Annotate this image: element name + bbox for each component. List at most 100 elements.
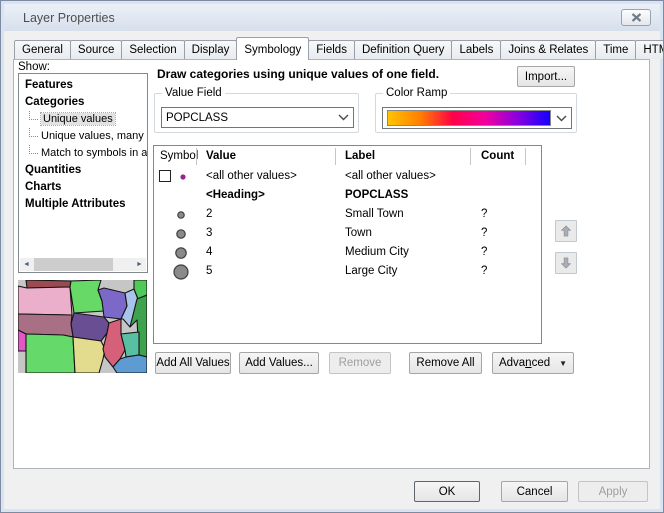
value-field-groupbox: Value Field POPCLASS — [154, 93, 359, 133]
color-ramp-gradient — [387, 110, 551, 126]
color-ramp-dropdown[interactable] — [382, 107, 572, 129]
advanced-label-post: ced — [532, 357, 551, 369]
value-cell: 2 — [206, 208, 212, 220]
layer-properties-dialog: Layer Properties General Source Selectio… — [0, 0, 664, 513]
value-field-dropdown[interactable]: POPCLASS — [161, 107, 354, 128]
tree-item-features[interactable]: Features — [19, 77, 147, 94]
point-symbol-icon — [170, 243, 192, 262]
scroll-left-icon[interactable]: ◄ — [20, 258, 33, 271]
table-header-row: Symbol Value Label Count — [154, 146, 541, 167]
close-button[interactable] — [621, 9, 651, 26]
map-state — [26, 334, 75, 373]
scrollbar-thumb[interactable] — [34, 258, 113, 271]
tree-item-quantities[interactable]: Quantities — [19, 162, 147, 179]
tree-horizontal-scrollbar[interactable]: ◄ ► — [20, 258, 146, 271]
symbol-cell — [154, 243, 200, 262]
unique-values-table: Symbol Value Label Count <all other valu… — [153, 145, 542, 344]
map-preview-thumbnail — [18, 280, 147, 373]
advanced-button[interactable]: Advanced ▼ — [492, 352, 574, 374]
ok-button[interactable]: OK — [414, 481, 480, 502]
tab-html-popup[interactable]: HTML Popup — [635, 40, 664, 59]
label-cell: Large City — [345, 265, 397, 277]
header-label: Label — [345, 150, 375, 162]
tab-time[interactable]: Time — [595, 40, 636, 59]
tab-strip: General Source Selection Display Symbolo… — [14, 37, 664, 59]
header-separator — [335, 148, 336, 165]
point-symbol-icon — [170, 205, 192, 224]
value-cell: 5 — [206, 265, 212, 277]
header-value: Value — [206, 150, 236, 162]
tab-symbology[interactable]: Symbology — [236, 37, 309, 60]
tree-item-categories[interactable]: Categories — [19, 94, 147, 111]
chevron-down-icon — [556, 115, 567, 122]
table-row-5[interactable]: 5 Large City ? — [154, 262, 541, 281]
value-cell: 3 — [206, 227, 212, 239]
move-up-button[interactable] — [555, 220, 577, 242]
map-state — [73, 337, 105, 373]
count-cell: ? — [481, 227, 487, 239]
point-symbol-icon — [176, 167, 190, 186]
map-state — [18, 330, 26, 351]
value-cell: <Heading> — [206, 189, 265, 201]
symbol-cell — [154, 262, 200, 281]
tab-labels[interactable]: Labels — [451, 40, 501, 59]
tree-item-unique-values[interactable]: Unique values — [19, 111, 147, 128]
title-bar[interactable]: Layer Properties — [4, 4, 660, 31]
header-separator — [196, 148, 197, 165]
remove-all-button[interactable]: Remove All — [409, 352, 482, 374]
cancel-button[interactable]: Cancel — [501, 481, 568, 502]
tab-fields[interactable]: Fields — [308, 40, 355, 59]
symbol-cell — [154, 224, 200, 243]
add-values-button[interactable]: Add Values... — [239, 352, 319, 374]
count-cell: ? — [481, 246, 487, 258]
header-symbol: Symbol — [160, 150, 198, 162]
label-cell: Town — [345, 227, 372, 239]
label-cell: POPCLASS — [345, 189, 408, 201]
color-ramp-label: Color Ramp — [383, 87, 450, 99]
symbol-cell — [154, 167, 200, 186]
add-all-values-button[interactable]: Add All Values — [155, 352, 231, 374]
value-cell: <all other values> — [206, 170, 297, 182]
all-other-values-checkbox[interactable] — [159, 170, 171, 182]
tab-selection[interactable]: Selection — [121, 40, 184, 59]
tab-general[interactable]: General — [14, 40, 71, 59]
color-ramp-groupbox: Color Ramp — [375, 93, 577, 133]
header-separator — [470, 148, 471, 165]
tab-joins-relates[interactable]: Joins & Relates — [500, 40, 596, 59]
dialog-title: Layer Properties — [23, 11, 115, 25]
symbol-cell — [154, 205, 200, 224]
remove-button: Remove — [329, 352, 391, 374]
show-label: Show: — [18, 61, 50, 73]
arrow-down-icon — [559, 256, 573, 270]
table-row-2[interactable]: 2 Small Town ? — [154, 205, 541, 224]
move-down-button[interactable] — [555, 252, 577, 274]
tree-item-match-to-symbols[interactable]: Match to symbols in a — [19, 145, 147, 162]
tab-definition-query[interactable]: Definition Query — [354, 40, 452, 59]
tree-item-unique-values-many[interactable]: Unique values, many — [19, 128, 147, 145]
point-symbol-icon — [170, 262, 192, 281]
symbology-tab-page: Show: Features Categories Unique values … — [13, 59, 650, 469]
close-icon — [631, 13, 642, 22]
show-tree-listbox: Features Categories Unique values Unique… — [18, 73, 148, 273]
map-state — [18, 286, 72, 315]
instruction-text: Draw categories using unique values of o… — [157, 67, 439, 81]
map-state — [71, 313, 109, 341]
table-row-4[interactable]: 4 Medium City ? — [154, 243, 541, 262]
advanced-label-pre: Adva — [499, 357, 525, 369]
point-symbol-icon — [170, 224, 192, 243]
import-button[interactable]: Import... — [517, 66, 575, 87]
tab-source[interactable]: Source — [70, 40, 122, 59]
table-row-all-other-values[interactable]: <all other values> <all other values> — [154, 167, 541, 186]
chevron-down-icon — [338, 114, 349, 121]
arrow-up-icon — [559, 224, 573, 238]
scroll-right-icon[interactable]: ► — [133, 258, 146, 271]
table-row-3[interactable]: 3 Town ? — [154, 224, 541, 243]
tab-display[interactable]: Display — [184, 40, 238, 59]
tree-item-multiple-attributes[interactable]: Multiple Attributes — [19, 196, 147, 213]
apply-button: Apply — [578, 481, 648, 502]
count-cell: ? — [481, 265, 487, 277]
tree-item-charts[interactable]: Charts — [19, 179, 147, 196]
table-row-heading[interactable]: <Heading> POPCLASS — [154, 186, 541, 205]
value-field-label: Value Field — [162, 87, 225, 99]
selected-tree-label: Unique values — [41, 113, 115, 125]
